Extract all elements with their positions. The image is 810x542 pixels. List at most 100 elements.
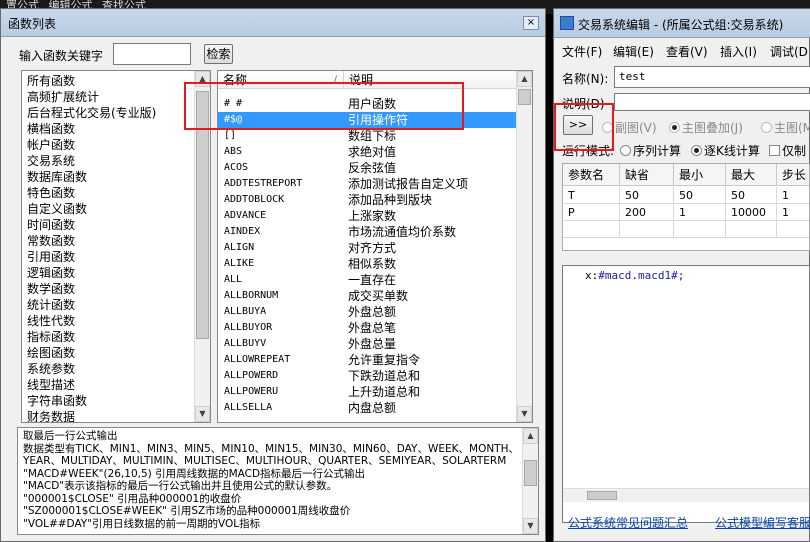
category-item[interactable]: 数据库函数	[27, 169, 87, 185]
code-body: #macd.macd1#;	[598, 269, 685, 282]
category-item[interactable]: 特色函数	[27, 185, 75, 201]
function-desc: 反余弦值	[348, 161, 397, 175]
param-cell[interactable]	[674, 221, 726, 238]
menu-edit[interactable]: 编辑(E)	[613, 43, 654, 60]
function-row[interactable]: [] 数组下标	[218, 128, 516, 144]
category-item[interactable]: 后台程式化交易(专业版)	[27, 105, 156, 121]
param-cell[interactable]: 50	[620, 187, 674, 204]
param-cell[interactable]: 200	[620, 204, 674, 221]
param-cell[interactable]: 1	[674, 204, 726, 221]
category-item[interactable]: 高频扩展统计	[27, 89, 99, 105]
function-row[interactable]: ADVANCE 上涨家数	[218, 208, 516, 224]
category-item[interactable]: 线性代数	[27, 313, 75, 329]
category-item[interactable]: 交易系统	[27, 153, 75, 169]
run-mode-sequence[interactable]: 序列计算	[620, 142, 681, 159]
scroll-up-icon[interactable]: ▲	[523, 428, 538, 444]
scroll-thumb[interactable]	[587, 491, 617, 500]
category-item[interactable]: 帐户函数	[27, 137, 75, 153]
highlight-box	[554, 103, 614, 151]
category-item[interactable]: 自定义函数	[27, 201, 87, 217]
category-item[interactable]: 字符串函数	[27, 393, 87, 409]
scroll-down-icon[interactable]: ▼	[517, 406, 532, 422]
option-overlay[interactable]: 主图叠加(J)	[669, 119, 743, 136]
description-line: "VOL##DAY"引用日线数据的前一周期的VOL指标	[23, 517, 261, 530]
param-cell[interactable]	[777, 221, 809, 238]
scroll-up-icon[interactable]: ▲	[517, 71, 532, 87]
run-mode-per-bar[interactable]: 逐K线计算	[691, 142, 760, 159]
param-cell[interactable]: 50	[674, 187, 726, 204]
param-cell[interactable]: T	[563, 187, 620, 204]
function-row[interactable]: ALLBUYV 外盘总量	[218, 336, 516, 352]
scroll-thumb[interactable]	[518, 89, 531, 105]
param-cell[interactable]: 1	[777, 204, 809, 221]
category-item[interactable]: 统计函数	[27, 297, 75, 313]
app-icon	[560, 16, 574, 30]
function-desc: 一直存在	[348, 273, 397, 287]
menu-debug[interactable]: 调试(D	[770, 43, 808, 60]
category-item[interactable]: 引用函数	[27, 249, 75, 265]
menu-insert[interactable]: 插入(I)	[720, 43, 757, 60]
code-editor[interactable]: x:#macd.macd1#;	[562, 265, 810, 523]
function-row[interactable]: ALIKE 相似系数	[218, 256, 516, 272]
description-input[interactable]	[614, 93, 810, 111]
menu-view[interactable]: 查看(V)	[666, 43, 708, 60]
param-cell[interactable]	[620, 221, 674, 238]
function-row[interactable]: ALLBUYOR 外盘总笔	[218, 320, 516, 336]
param-cell[interactable]: 1	[777, 187, 809, 204]
function-row[interactable]: ALIGN 对齐方式	[218, 240, 516, 256]
function-scrollbar[interactable]: ▲ ▼	[516, 71, 532, 422]
function-row[interactable]: ALLBUYA 外盘总额	[218, 304, 516, 320]
search-label: 输入函数关键字	[19, 49, 104, 63]
category-list[interactable]: 所有函数 高频扩展统计 后台程式化交易(专业版) 横档函数 帐户函数 交易系统 数据库函数特…	[21, 70, 211, 423]
category-item[interactable]: 数学函数	[27, 281, 75, 297]
category-item[interactable]: 线型描述	[27, 377, 75, 393]
function-row[interactable]: ACOS 反余弦值	[218, 160, 516, 176]
category-item[interactable]: 所有函数	[27, 73, 75, 89]
menu-file[interactable]: 文件(F)	[562, 43, 602, 60]
category-item[interactable]: 常数函数	[27, 233, 75, 249]
function-row[interactable]: ADDTOBLOCK 添加品种到版块	[218, 192, 516, 208]
category-item[interactable]: 系统参数	[27, 361, 75, 377]
code-prefix: x:	[585, 269, 599, 282]
function-desc: 成交买单数	[348, 289, 409, 303]
param-cell[interactable]	[726, 221, 777, 238]
function-row[interactable]: ABS 求绝对值	[218, 144, 516, 160]
guide-link[interactable]: 公式模型编写客服	[715, 514, 810, 531]
name-input[interactable]: test	[614, 66, 810, 88]
category-item[interactable]: 横档函数	[27, 121, 75, 137]
description-line: YEAR、MULTIDAY、MULTIMIN、MULTISEC、MULTIHOU…	[23, 455, 507, 467]
function-row[interactable]: ALLOWREPEAT 允许重复指令	[218, 352, 516, 368]
option-label: 主图(M	[774, 121, 810, 135]
description-panel: 取最后一行公式输出 数据类型有TICK、MIN1、MIN3、MIN5、MIN10、…	[17, 427, 539, 535]
category-item[interactable]: 绘图函数	[27, 345, 75, 361]
only-checkbox[interactable]: 仅制	[769, 142, 806, 159]
function-desc: 内盘总额	[348, 401, 397, 415]
function-row[interactable]: ALLPOWERD 下跌劲道总和	[218, 368, 516, 384]
function-row[interactable]: ALLSELLA 内盘总额	[218, 400, 516, 416]
param-cell[interactable]: 50	[726, 187, 777, 204]
parameter-table[interactable]: 参数名 缺省 最小 最大 步长 T 50 50 50 1 P 200 1 10000 1	[562, 163, 810, 251]
category-item[interactable]: 时间函数	[27, 217, 75, 233]
function-row[interactable]: ALL 一直存在	[218, 272, 516, 288]
function-row[interactable]: ALLPOWERU 上升劲道总和	[218, 384, 516, 400]
search-input[interactable]	[113, 43, 191, 65]
category-item[interactable]: 逻辑函数	[27, 265, 75, 281]
category-item[interactable]: 指标函数	[27, 329, 75, 345]
function-row[interactable]: AINDEX 市场流通值均价系数	[218, 224, 516, 240]
param-cell[interactable]: 10000	[726, 204, 777, 221]
scroll-thumb[interactable]	[524, 460, 537, 486]
function-row[interactable]: ALLBORNUM 成交买单数	[218, 288, 516, 304]
description-scrollbar[interactable]: ▲ ▼	[522, 428, 538, 534]
option-mainchart[interactable]: 主图(M	[761, 119, 810, 136]
scroll-down-icon[interactable]: ▼	[195, 406, 210, 422]
scroll-down-icon[interactable]: ▼	[523, 518, 538, 534]
close-icon[interactable]: ×	[523, 16, 539, 30]
param-cell[interactable]	[563, 221, 620, 238]
faq-link[interactable]: 公式系统常见问题汇总	[568, 514, 688, 531]
editor-titlebar: 交易系统编辑 - (所属公式组:交易系统)	[554, 9, 810, 38]
param-cell[interactable]: P	[563, 204, 620, 221]
code-hscrollbar[interactable]	[563, 488, 809, 502]
category-item[interactable]: 财务数据	[27, 409, 75, 422]
function-row[interactable]: ADDTESTREPORT 添加测试报告自定义项	[218, 176, 516, 192]
search-button[interactable]: 检索	[204, 44, 233, 64]
